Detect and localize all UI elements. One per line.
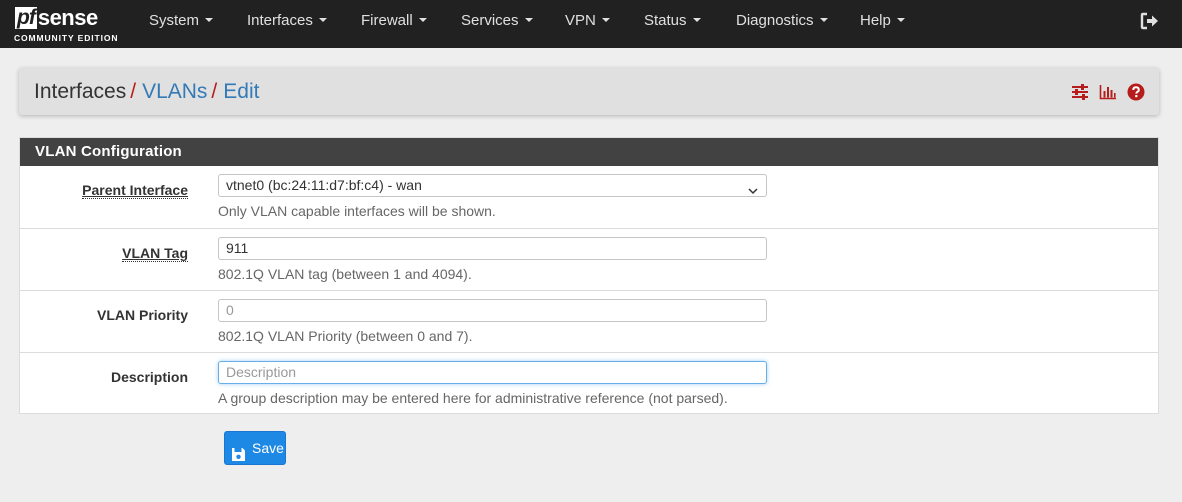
breadcrumb: Interfaces / VLANs / Edit <box>34 68 259 115</box>
panel-title: VLAN Configuration <box>20 138 1158 166</box>
nav-status[interactable]: Status <box>644 0 701 42</box>
save-icon <box>231 441 246 461</box>
vlan-priority-input[interactable]: 0 <box>218 299 767 322</box>
nav-vpn[interactable]: VPN <box>565 0 610 42</box>
caret-down-icon <box>692 18 701 23</box>
nav-diagnostics[interactable]: Diagnostics <box>736 0 828 42</box>
parent-interface-help: Only VLAN capable interfaces will be sho… <box>218 203 496 219</box>
parent-interface-row: Parent Interface vtnet0 (bc:24:11:d7:bf:… <box>20 166 1158 228</box>
caret-down-icon <box>205 18 214 23</box>
vlan-priority-help: 802.1Q VLAN Priority (between 0 and 7). <box>218 328 473 344</box>
breadcrumb-actions <box>1071 83 1145 101</box>
caret-down-icon <box>524 18 533 23</box>
description-label: Description <box>110 369 188 385</box>
nav-system-label: System <box>149 12 200 29</box>
vlan-tag-label: VLAN Tag <box>122 245 188 262</box>
vlan-tag-help: 802.1Q VLAN tag (between 1 and 4094). <box>218 266 472 282</box>
nav-interfaces[interactable]: Interfaces <box>247 0 327 42</box>
parent-interface-label: Parent Interface <box>82 182 188 199</box>
breadcrumb-interfaces: Interfaces <box>34 80 127 103</box>
nav-vpn-label: VPN <box>565 12 596 29</box>
nav-status-label: Status <box>644 12 687 29</box>
nav-system[interactable]: System <box>149 0 214 42</box>
logo-pf: pf <box>15 6 37 29</box>
sliders-icon[interactable] <box>1071 83 1089 101</box>
top-navbar: pf sense COMMUNITY EDITION System Interf… <box>0 0 1182 48</box>
caret-down-icon <box>819 18 828 23</box>
nav-firewall[interactable]: Firewall <box>361 0 427 42</box>
nav-services-label: Services <box>461 12 519 29</box>
breadcrumb-edit-link[interactable]: Edit <box>223 80 259 103</box>
save-label: Save <box>252 440 284 456</box>
pfsense-logo[interactable]: pf sense COMMUNITY EDITION <box>13 5 123 45</box>
vlan-tag-input[interactable]: 911 <box>218 237 767 260</box>
nav-firewall-label: Firewall <box>361 12 413 29</box>
breadcrumb-separator: / <box>211 80 218 103</box>
caret-down-icon <box>896 18 905 23</box>
caret-down-icon <box>601 18 610 23</box>
description-row: Description Description A group descript… <box>20 352 1158 414</box>
vlan-priority-row: VLAN Priority 0 802.1Q VLAN Priority (be… <box>20 290 1158 352</box>
breadcrumb-vlans-link[interactable]: VLANs <box>142 80 207 103</box>
vlan-tag-row: VLAN Tag 911 802.1Q VLAN tag (between 1 … <box>20 228 1158 290</box>
question-circle-icon[interactable] <box>1127 83 1145 101</box>
nav-help-label: Help <box>860 12 891 29</box>
nav-diagnostics-label: Diagnostics <box>736 12 814 29</box>
description-input[interactable]: Description <box>218 361 767 384</box>
description-help: A group description may be entered here … <box>218 390 728 406</box>
nav-interfaces-label: Interfaces <box>247 12 313 29</box>
parent-interface-value: vtnet0 (bc:24:11:d7:bf:c4) - wan <box>226 177 422 193</box>
nav-services[interactable]: Services <box>461 0 533 42</box>
logo-edition: COMMUNITY EDITION <box>14 33 119 43</box>
nav-help[interactable]: Help <box>860 0 905 42</box>
bar-chart-icon[interactable] <box>1099 83 1117 101</box>
vlan-priority-label: VLAN Priority <box>96 307 188 323</box>
logout-icon[interactable] <box>1140 11 1160 31</box>
caret-down-icon <box>318 18 327 23</box>
vlan-configuration-panel: VLAN Configuration Parent Interface vtne… <box>19 137 1159 414</box>
breadcrumb-separator: / <box>130 80 137 103</box>
save-button[interactable]: Save <box>224 431 286 465</box>
breadcrumb-panel: Interfaces / VLANs / Edit <box>19 68 1159 115</box>
logo-sense: sense <box>37 5 98 30</box>
chevron-down-icon <box>748 181 758 195</box>
parent-interface-select[interactable]: vtnet0 (bc:24:11:d7:bf:c4) - wan <box>218 174 767 197</box>
caret-down-icon <box>418 18 427 23</box>
